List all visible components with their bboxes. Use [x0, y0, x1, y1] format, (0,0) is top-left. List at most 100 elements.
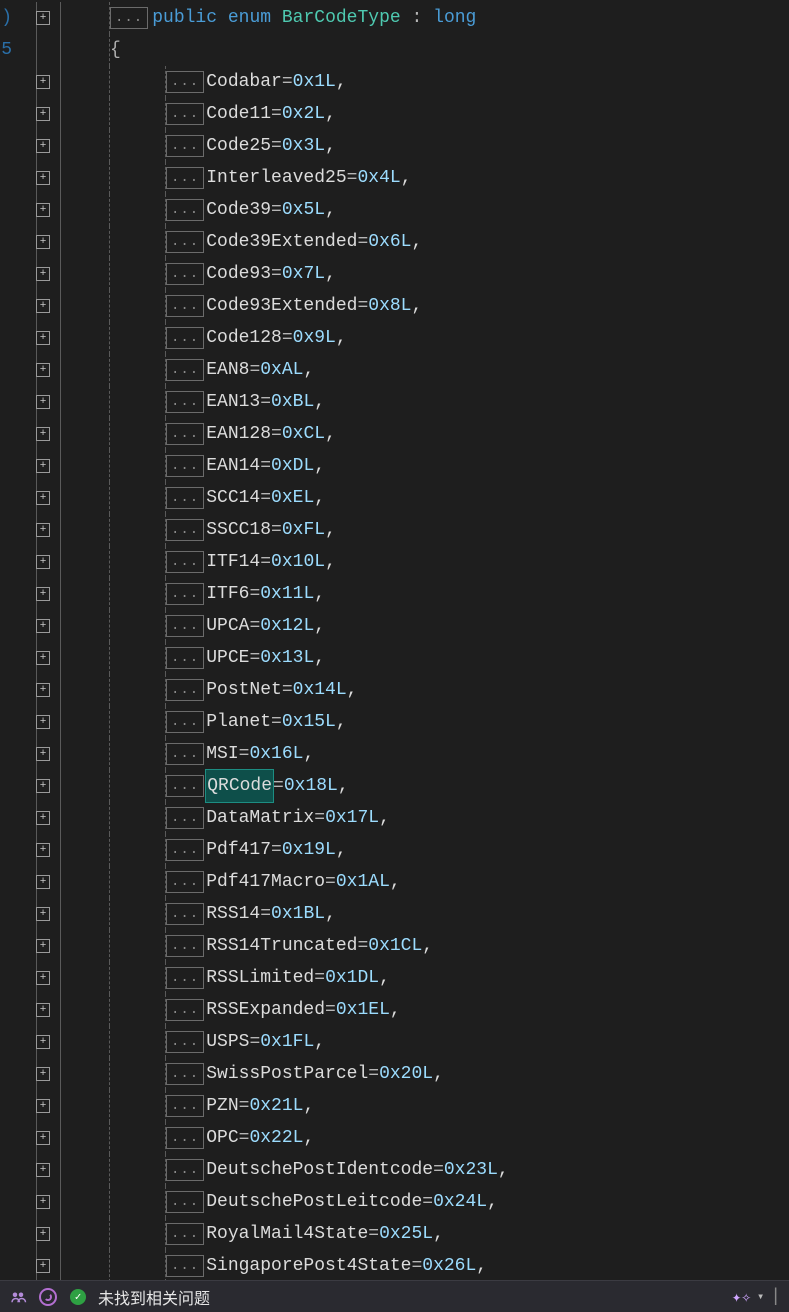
outline-gutter[interactable]: [12, 642, 60, 674]
fold-toggle-icon[interactable]: [36, 939, 50, 953]
collapsed-region-icon[interactable]: ...: [166, 679, 204, 701]
outline-gutter[interactable]: [12, 66, 60, 98]
code-line[interactable]: ...SSCC18 = 0xFL,: [0, 514, 789, 546]
code-editor[interactable]: ) ... public enum BarCodeType : long 5 {…: [0, 0, 789, 1280]
fold-toggle-icon[interactable]: [36, 11, 50, 25]
outline-gutter[interactable]: [12, 1250, 60, 1282]
outline-gutter[interactable]: [12, 226, 60, 258]
fold-toggle-icon[interactable]: [36, 811, 50, 825]
code-line[interactable]: ...PostNet = 0x14L,: [0, 674, 789, 706]
outline-gutter[interactable]: [12, 546, 60, 578]
collapsed-region-icon[interactable]: ...: [166, 199, 204, 221]
outline-gutter[interactable]: [12, 2, 60, 34]
outline-gutter[interactable]: [12, 130, 60, 162]
outline-gutter[interactable]: [12, 962, 60, 994]
code-line[interactable]: ...EAN14 = 0xDL,: [0, 450, 789, 482]
outline-gutter[interactable]: [12, 386, 60, 418]
code-line[interactable]: ...SwissPostParcel = 0x20L,: [0, 1058, 789, 1090]
fold-toggle-icon[interactable]: [36, 203, 50, 217]
outline-gutter[interactable]: [12, 994, 60, 1026]
collapsed-region-icon[interactable]: ...: [166, 295, 204, 317]
code-line[interactable]: ...Code93Extended = 0x8L,: [0, 290, 789, 322]
liveshare-icon[interactable]: [8, 1287, 28, 1307]
fold-toggle-icon[interactable]: [36, 843, 50, 857]
collapsed-region-icon[interactable]: ...: [166, 1255, 204, 1277]
outline-gutter[interactable]: [12, 1186, 60, 1218]
fold-toggle-icon[interactable]: [36, 1195, 50, 1209]
fold-toggle-icon[interactable]: [36, 459, 50, 473]
code-line[interactable]: ...QRCode = 0x18L,: [0, 770, 789, 802]
collapsed-region-icon[interactable]: ...: [166, 647, 204, 669]
collapsed-region-icon[interactable]: ...: [166, 71, 204, 93]
code-line[interactable]: ...ITF6 = 0x11L,: [0, 578, 789, 610]
fold-toggle-icon[interactable]: [36, 491, 50, 505]
code-line[interactable]: ...Code93 = 0x7L,: [0, 258, 789, 290]
code-line[interactable]: ...DataMatrix = 0x17L,: [0, 802, 789, 834]
fold-toggle-icon[interactable]: [36, 235, 50, 249]
outline-gutter[interactable]: [12, 194, 60, 226]
collapsed-region-icon[interactable]: ...: [166, 167, 204, 189]
collapsed-region-icon[interactable]: ...: [166, 967, 204, 989]
fold-toggle-icon[interactable]: [36, 971, 50, 985]
outline-gutter[interactable]: [12, 1122, 60, 1154]
collapsed-region-icon[interactable]: ...: [166, 135, 204, 157]
status-ok-icon[interactable]: ✓: [68, 1287, 88, 1307]
code-line[interactable]: ...PZN = 0x21L,: [0, 1090, 789, 1122]
code-line[interactable]: ...UPCE = 0x13L,: [0, 642, 789, 674]
outline-gutter[interactable]: [12, 1090, 60, 1122]
code-line[interactable]: ...ITF14 = 0x10L,: [0, 546, 789, 578]
outline-gutter[interactable]: [12, 1026, 60, 1058]
code-line[interactable]: ...Codabar = 0x1L,: [0, 66, 789, 98]
code-line[interactable]: ...SCC14 = 0xEL,: [0, 482, 789, 514]
collapsed-region-icon[interactable]: ...: [166, 903, 204, 925]
fold-toggle-icon[interactable]: [36, 747, 50, 761]
code-line[interactable]: ...DeutschePostIdentcode = 0x23L,: [0, 1154, 789, 1186]
outline-gutter[interactable]: [12, 706, 60, 738]
collapsed-region-icon[interactable]: ...: [166, 1127, 204, 1149]
copilot-icon[interactable]: [38, 1287, 58, 1307]
fold-toggle-icon[interactable]: [36, 1067, 50, 1081]
collapsed-region-icon[interactable]: ...: [166, 839, 204, 861]
collapsed-region-icon[interactable]: ...: [166, 1223, 204, 1245]
code-line[interactable]: ...Code11 = 0x2L,: [0, 98, 789, 130]
code-line[interactable]: ...EAN13 = 0xBL,: [0, 386, 789, 418]
chevron-down-icon[interactable]: ▾: [757, 1289, 764, 1304]
collapsed-region-icon[interactable]: ...: [166, 1031, 204, 1053]
collapsed-region-icon[interactable]: ...: [166, 935, 204, 957]
collapsed-region-icon[interactable]: ...: [166, 999, 204, 1021]
fold-toggle-icon[interactable]: [36, 907, 50, 921]
fold-toggle-icon[interactable]: [36, 267, 50, 281]
code-line[interactable]: ...MSI = 0x16L,: [0, 738, 789, 770]
outline-gutter[interactable]: [12, 34, 60, 66]
fold-toggle-icon[interactable]: [36, 651, 50, 665]
collapsed-region-icon[interactable]: ...: [166, 711, 204, 733]
collapsed-region-icon[interactable]: ...: [166, 1063, 204, 1085]
outline-gutter[interactable]: [12, 770, 60, 802]
code-line[interactable]: ) ... public enum BarCodeType : long: [0, 2, 789, 34]
code-line[interactable]: ...SingaporePost4State = 0x26L,: [0, 1250, 789, 1282]
sparkle-icon[interactable]: ✦✧: [732, 1287, 751, 1307]
outline-gutter[interactable]: [12, 354, 60, 386]
outline-gutter[interactable]: [12, 418, 60, 450]
collapsed-region-icon[interactable]: ...: [166, 231, 204, 253]
collapsed-region-icon[interactable]: ...: [166, 1095, 204, 1117]
outline-gutter[interactable]: [12, 738, 60, 770]
fold-toggle-icon[interactable]: [36, 1003, 50, 1017]
code-line[interactable]: ...Interleaved25 = 0x4L,: [0, 162, 789, 194]
code-line[interactable]: ...Code25 = 0x3L,: [0, 130, 789, 162]
outline-gutter[interactable]: [12, 834, 60, 866]
outline-gutter[interactable]: [12, 1058, 60, 1090]
code-line[interactable]: ...OPC = 0x22L,: [0, 1122, 789, 1154]
fold-toggle-icon[interactable]: [36, 523, 50, 537]
outline-gutter[interactable]: [12, 674, 60, 706]
fold-toggle-icon[interactable]: [36, 1163, 50, 1177]
code-line[interactable]: ...USPS = 0x1FL,: [0, 1026, 789, 1058]
outline-gutter[interactable]: [12, 258, 60, 290]
code-line[interactable]: 5 {: [0, 34, 789, 66]
code-line[interactable]: ...RSS14Truncated = 0x1CL,: [0, 930, 789, 962]
fold-toggle-icon[interactable]: [36, 75, 50, 89]
outline-gutter[interactable]: [12, 1154, 60, 1186]
outline-gutter[interactable]: [12, 450, 60, 482]
code-line[interactable]: ...EAN8 = 0xAL,: [0, 354, 789, 386]
collapsed-region-icon[interactable]: ...: [166, 487, 204, 509]
